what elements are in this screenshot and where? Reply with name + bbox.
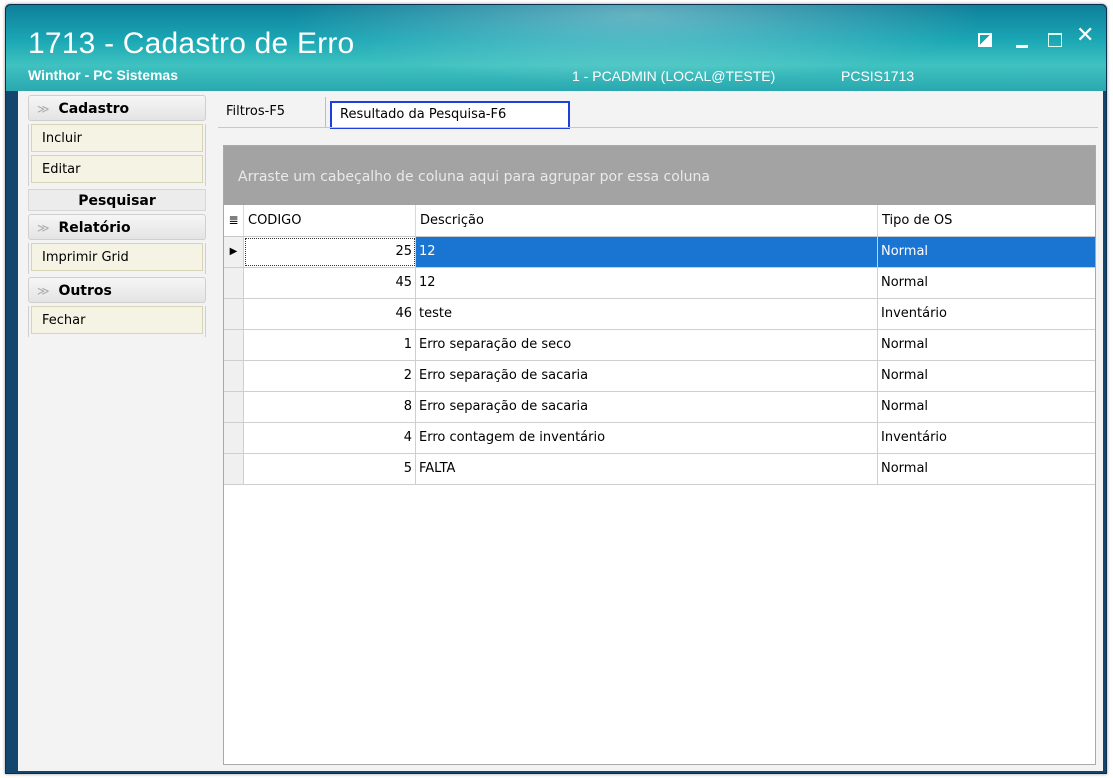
sidebar-group-body: Incluir Editar <box>28 124 206 186</box>
imprimir-grid-button[interactable]: Imprimir Grid <box>31 243 203 271</box>
fechar-button[interactable]: Fechar <box>31 306 203 334</box>
table-row[interactable]: 8 Erro separação de sacaria Normal <box>224 392 1095 423</box>
column-chooser-icon[interactable]: ≣ <box>224 205 244 236</box>
chevron-down-icon: ≫ <box>37 284 50 298</box>
table-row[interactable]: 45 12 Normal <box>224 268 1095 299</box>
sidebar-group-relatorio[interactable]: ≫ Relatório <box>28 214 206 240</box>
cell-codigo[interactable]: 4 <box>244 423 416 453</box>
column-header-codigo[interactable]: CODIGO <box>244 205 416 236</box>
row-indicator[interactable] <box>224 330 244 360</box>
cell-codigo[interactable]: 46 <box>244 299 416 329</box>
cell-tipo-os[interactable]: Normal <box>878 392 1095 422</box>
chevron-down-icon: ≫ <box>37 102 50 116</box>
row-indicator[interactable] <box>224 268 244 298</box>
tab-divider <box>218 127 1098 128</box>
row-indicator[interactable] <box>224 299 244 329</box>
cell-codigo[interactable]: 45 <box>244 268 416 298</box>
cell-descricao[interactable]: 12 <box>416 237 878 267</box>
cell-codigo[interactable]: 1 <box>244 330 416 360</box>
cell-descricao[interactable]: Erro separação de sacaria <box>416 392 878 422</box>
cell-tipo-os[interactable]: Inventário <box>878 423 1095 453</box>
close-icon[interactable]: ✕ <box>1076 25 1094 47</box>
table-row[interactable]: 2 Erro separação de sacaria Normal <box>224 361 1095 392</box>
cell-tipo-os[interactable]: Normal <box>878 330 1095 360</box>
sidebar-group-label: Relatório <box>58 220 131 236</box>
minimize-icon[interactable] <box>1016 45 1028 48</box>
sidebar-group-cadastro[interactable]: ≫ Cadastro <box>28 95 206 121</box>
pesquisar-button[interactable]: Pesquisar <box>28 189 206 211</box>
cell-descricao[interactable]: 12 <box>416 268 878 298</box>
editar-button[interactable]: Editar <box>31 155 203 183</box>
row-indicator[interactable] <box>224 392 244 422</box>
app-window: 1713 - Cadastro de Erro Winthor - PC Sis… <box>5 4 1107 774</box>
title-bar[interactable]: 1713 - Cadastro de Erro Winthor - PC Sis… <box>6 5 1106 91</box>
logged-user: 1 - PCADMIN (LOCAL@TESTE) <box>572 68 776 84</box>
cell-codigo[interactable]: 5 <box>244 454 416 484</box>
cell-tipo-os[interactable]: Inventário <box>878 299 1095 329</box>
table-row[interactable]: 46 teste Inventário <box>224 299 1095 330</box>
window-title: 1713 - Cadastro de Erro <box>28 27 355 60</box>
group-by-panel[interactable]: Arraste um cabeçalho de coluna aqui para… <box>224 146 1095 205</box>
sidebar: ≫ Cadastro Incluir Editar Pesquisar ≫ Re… <box>28 95 206 337</box>
sidebar-group-label: Outros <box>58 283 112 299</box>
cell-tipo-os[interactable]: Normal <box>878 454 1095 484</box>
cell-codigo[interactable]: 2 <box>244 361 416 391</box>
cell-descricao[interactable]: Erro contagem de inventário <box>416 423 878 453</box>
cell-tipo-os[interactable]: Normal <box>878 361 1095 391</box>
sidebar-group-outros[interactable]: ≫ Outros <box>28 277 206 303</box>
sidebar-group-body: Imprimir Grid <box>28 243 206 274</box>
table-row[interactable]: ▶ 25 12 Normal <box>224 237 1095 268</box>
tab-resultado-pesquisa[interactable]: Resultado da Pesquisa-F6 <box>330 101 570 129</box>
group-by-hint: Arraste um cabeçalho de coluna aqui para… <box>238 169 711 185</box>
maximize-icon[interactable] <box>1048 33 1062 47</box>
row-indicator[interactable]: ▶ <box>224 237 244 267</box>
cell-codigo[interactable]: 25 <box>244 237 416 267</box>
table-row[interactable]: 4 Erro contagem de inventário Inventário <box>224 423 1095 454</box>
grid-header: ≣ CODIGO Descrição Tipo de OS <box>224 205 1095 237</box>
cell-descricao[interactable]: teste <box>416 299 878 329</box>
cell-descricao[interactable]: Erro separação de sacaria <box>416 361 878 391</box>
grid-rows: ▶ 25 12 Normal 45 12 Normal 46 teste Inventário 1 E… <box>224 237 1095 485</box>
restore-icon[interactable] <box>978 33 992 47</box>
cell-tipo-os[interactable]: Normal <box>878 268 1095 298</box>
window-subtitle: Winthor - PC Sistemas <box>28 67 179 83</box>
column-header-tipo-os[interactable]: Tipo de OS <box>878 205 1095 236</box>
main-content: ≫ Cadastro Incluir Editar Pesquisar ≫ Re… <box>18 91 1103 771</box>
cell-descricao[interactable]: FALTA <box>416 454 878 484</box>
cell-descricao[interactable]: Erro separação de seco <box>416 330 878 360</box>
results-grid[interactable]: Arraste um cabeçalho de coluna aqui para… <box>223 145 1096 765</box>
row-indicator[interactable] <box>224 423 244 453</box>
incluir-button[interactable]: Incluir <box>31 124 203 152</box>
chevron-down-icon: ≫ <box>37 221 50 235</box>
program-code: PCSIS1713 <box>841 68 915 84</box>
tab-filtros[interactable]: Filtros-F5 <box>218 97 326 127</box>
cell-codigo[interactable]: 8 <box>244 392 416 422</box>
sidebar-group-label: Cadastro <box>58 101 130 117</box>
column-header-descricao[interactable]: Descrição <box>416 205 878 236</box>
table-row[interactable]: 5 FALTA Normal <box>224 454 1095 485</box>
sidebar-group-body: Fechar <box>28 306 206 337</box>
table-row[interactable]: 1 Erro separação de seco Normal <box>224 330 1095 361</box>
row-indicator[interactable] <box>224 454 244 484</box>
row-indicator[interactable] <box>224 361 244 391</box>
cell-tipo-os[interactable]: Normal <box>878 237 1095 267</box>
